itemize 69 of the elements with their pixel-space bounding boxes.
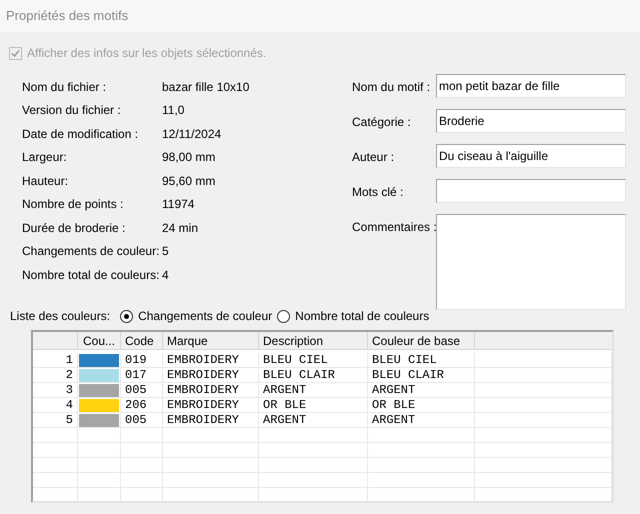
field-label: Catégorie : xyxy=(352,114,412,131)
info-label: Nombre de points : xyxy=(22,196,124,214)
info-value: 4 xyxy=(162,266,169,284)
table-cell: BLEU CLAIR xyxy=(259,368,368,383)
table-cell: EMBROIDERY xyxy=(163,353,259,368)
info-value: 11974 xyxy=(162,196,194,214)
empty-cell xyxy=(33,473,78,488)
checkbox-label: Afficher des infos sur les objets sélectionnés. xyxy=(27,45,266,62)
empty-cell xyxy=(33,443,78,458)
table-cell: EMBROIDERY xyxy=(163,383,259,398)
info-value: 98,00 mm xyxy=(162,149,216,166)
table-cell: BLEU CIEL xyxy=(259,353,368,368)
empty-cell xyxy=(33,458,78,473)
table-cell: 005 xyxy=(121,383,163,398)
column-header[interactable]: Description xyxy=(259,332,368,349)
input-field[interactable]: Broderie xyxy=(436,109,626,133)
table-cell: 005 xyxy=(121,413,163,428)
field-label: Commentaires : xyxy=(352,219,436,236)
empty-cell xyxy=(33,428,78,443)
info-label: Hauteur: xyxy=(22,172,70,190)
table-cell: 206 xyxy=(121,398,163,413)
table-cell: EMBROIDERY xyxy=(163,368,259,383)
table-cell: ARGENT xyxy=(368,413,475,428)
column-header[interactable]: Cou... xyxy=(78,332,121,349)
info-label: Date de modification : xyxy=(22,126,140,143)
info-value: 11,0 xyxy=(162,102,184,120)
column-header[interactable]: Couleur de base xyxy=(368,332,475,349)
field-label: Nom du motif : xyxy=(352,79,432,96)
row-number: 1 xyxy=(33,353,78,368)
comments-field[interactable] xyxy=(436,214,626,310)
info-label: Durée de broderie : xyxy=(22,220,126,237)
table-cell: BLEU CLAIR xyxy=(368,368,475,383)
table-cell: 017 xyxy=(121,368,163,383)
info-value: 5 xyxy=(162,243,169,260)
field-label: Mots clé : xyxy=(352,184,404,201)
table-cell: ARGENT xyxy=(368,383,475,398)
table-cell: ARGENT xyxy=(259,383,368,398)
color-list-label: Liste des couleurs: xyxy=(10,308,110,325)
radio-button[interactable] xyxy=(277,310,290,322)
table-cell: EMBROIDERY xyxy=(163,398,259,413)
table-cell: EMBROIDERY xyxy=(163,413,259,428)
radio-option[interactable]: Nombre total de couleurs xyxy=(277,307,430,325)
row-number: 2 xyxy=(33,368,78,383)
info-label: Nom du fichier : xyxy=(22,78,108,96)
table-cell: BLEU CIEL xyxy=(368,353,475,368)
radio-option[interactable]: Changements de couleur xyxy=(120,307,272,325)
info-label: Nombre total de couleurs: xyxy=(22,266,160,284)
input-field[interactable]: mon petit bazar de fille xyxy=(436,74,626,98)
table-cell: ARGENT xyxy=(259,413,368,428)
column-header[interactable]: Code xyxy=(121,332,163,349)
row-number: 3 xyxy=(33,383,78,398)
info-label: Changements de couleur: xyxy=(22,243,160,260)
info-value: bazar fille 10x10 xyxy=(162,78,250,96)
field-label: Auteur : xyxy=(352,149,396,166)
info-label: Largeur: xyxy=(22,149,68,166)
column-header[interactable]: Marque xyxy=(163,332,259,349)
info-value: 24 min xyxy=(162,220,198,237)
row-number: 4 xyxy=(33,398,78,413)
info-value: 95,60 mm xyxy=(162,172,216,190)
row-number: 5 xyxy=(33,413,78,428)
info-label: Version du fichier : xyxy=(22,102,122,120)
info-value: 12/11/2024 xyxy=(162,126,222,143)
table-cell: OR BLE xyxy=(368,398,475,413)
table-cell: OR BLE xyxy=(259,398,368,413)
input-field[interactable] xyxy=(436,179,626,203)
table-cell: 019 xyxy=(121,353,163,368)
input-field[interactable]: Du ciseau à l'aiguille xyxy=(436,144,626,168)
window-title: Propriétés des motifs xyxy=(6,7,128,26)
radio-button[interactable] xyxy=(120,310,134,322)
